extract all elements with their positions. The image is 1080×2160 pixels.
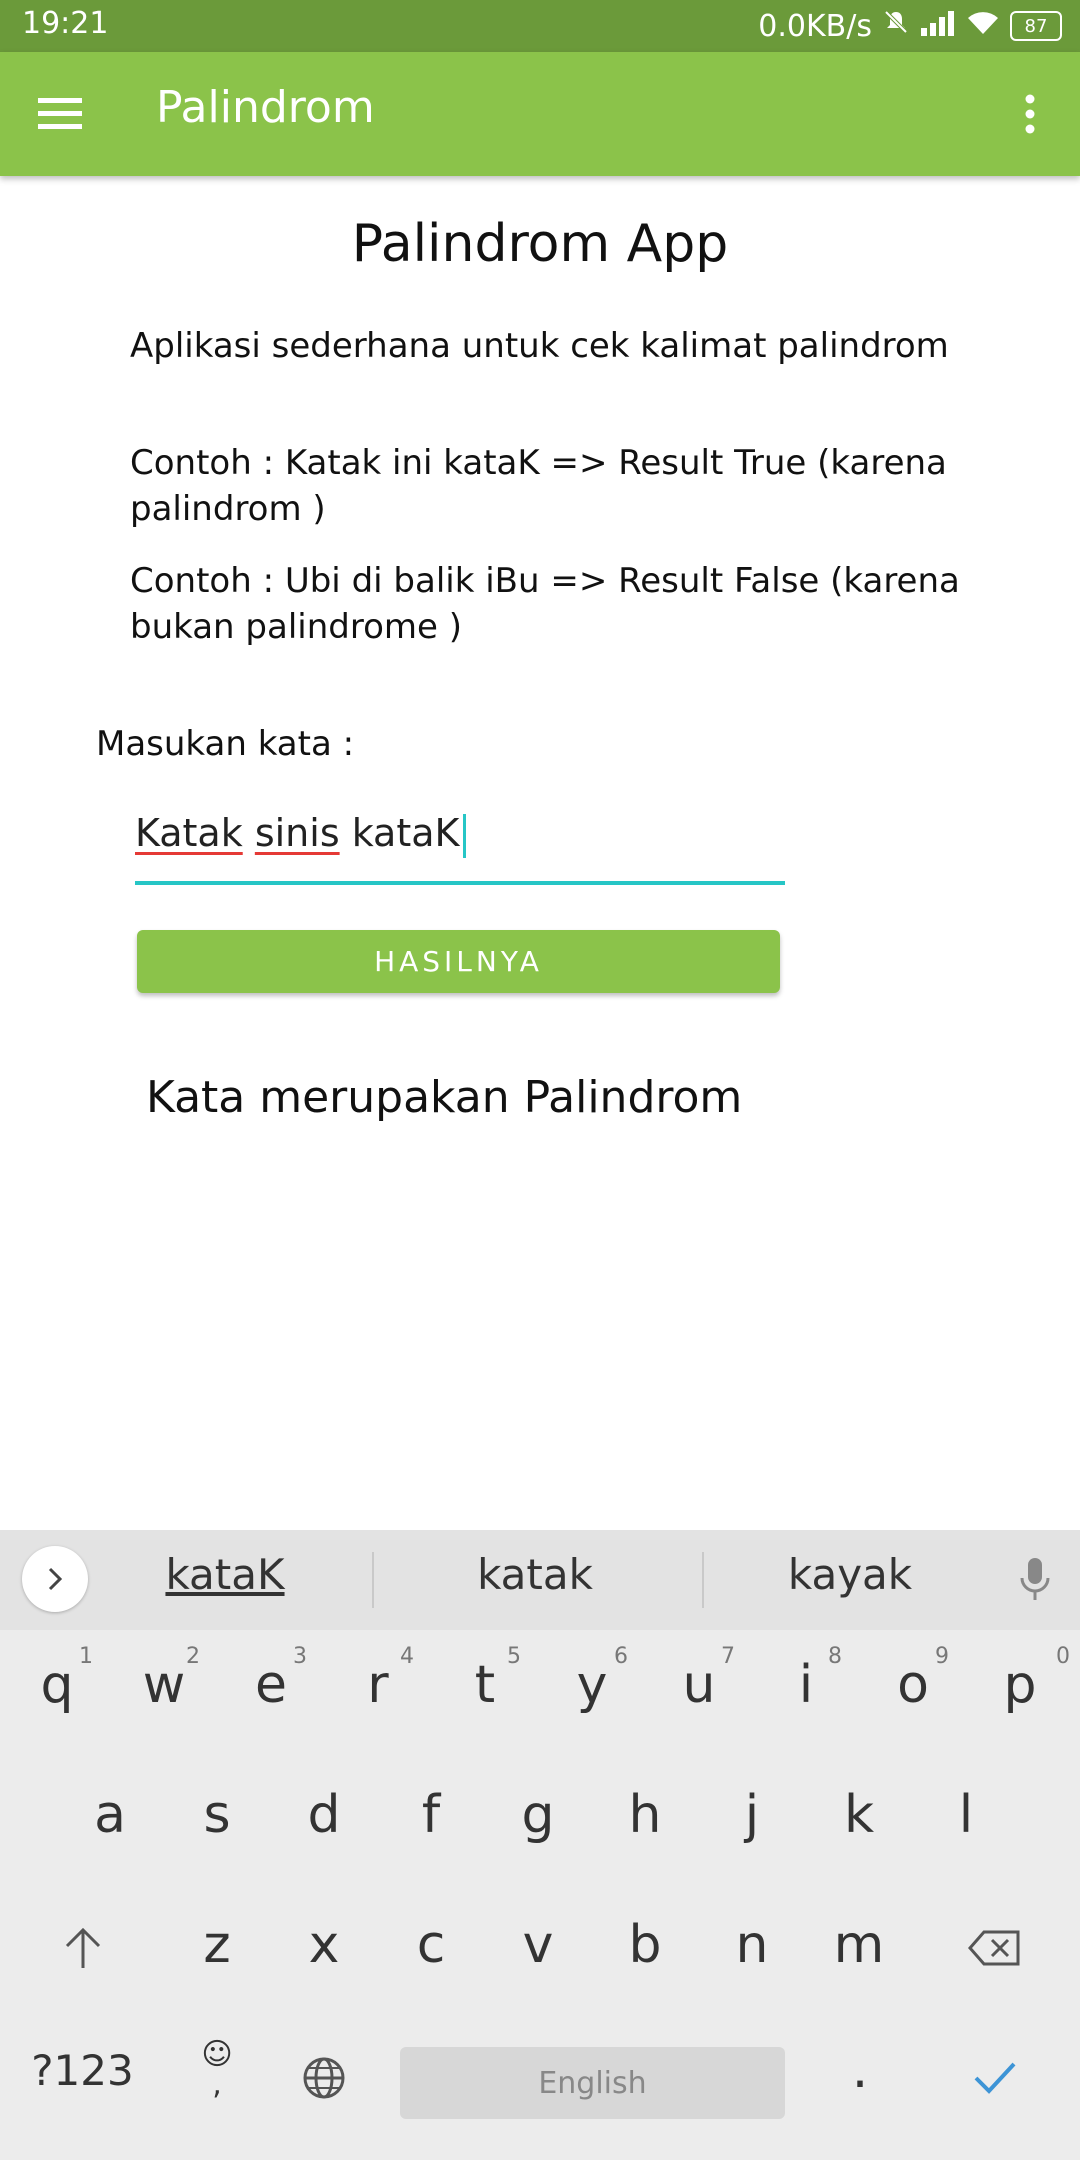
symbols-key[interactable]: ?123 bbox=[20, 2015, 145, 2125]
key-k[interactable]: k bbox=[809, 1760, 909, 1870]
word-input[interactable]: Katak sinis kataK bbox=[135, 805, 785, 885]
shift-key[interactable] bbox=[33, 1893, 133, 2003]
voice-input-button[interactable] bbox=[1010, 1552, 1060, 1608]
key-z[interactable]: z bbox=[167, 1890, 267, 2000]
key-c[interactable]: c bbox=[381, 1890, 481, 2000]
suggestion-divider bbox=[702, 1552, 704, 1608]
overflow-menu-button[interactable] bbox=[1010, 86, 1050, 142]
key-t[interactable]: t5 bbox=[435, 1630, 535, 1740]
key-f[interactable]: f bbox=[381, 1760, 481, 1870]
example-false-text: Contoh : Ubi di balik iBu => Result Fals… bbox=[130, 561, 960, 647]
key-j[interactable]: j bbox=[702, 1760, 802, 1870]
status-bar: 19:21 0.0KB/s 87 bbox=[0, 0, 1080, 52]
more-vert-icon bbox=[1025, 94, 1035, 134]
key-l[interactable]: l bbox=[916, 1760, 1016, 1870]
key-b[interactable]: b bbox=[595, 1890, 695, 2000]
mute-icon bbox=[882, 8, 910, 44]
input-word-2: sinis bbox=[254, 811, 340, 855]
key-v[interactable]: v bbox=[488, 1890, 588, 2000]
chevron-right-icon bbox=[48, 1567, 63, 1591]
globe-icon bbox=[303, 2057, 345, 2099]
key-r[interactable]: r4 bbox=[328, 1630, 428, 1740]
suggestion-divider bbox=[372, 1552, 374, 1608]
key-n[interactable]: n bbox=[702, 1890, 802, 2000]
key-a[interactable]: a bbox=[60, 1760, 160, 1870]
input-word-3: kataK bbox=[351, 811, 460, 855]
key-q[interactable]: q1 bbox=[7, 1630, 107, 1740]
language-key[interactable] bbox=[274, 2023, 374, 2133]
page-title: Palindrom App bbox=[351, 214, 729, 274]
mic-icon bbox=[1020, 1558, 1050, 1600]
toolbar-title: Palindrom bbox=[156, 82, 375, 133]
network-speed: 0.0KB/s bbox=[758, 8, 872, 44]
suggestion-2[interactable]: katak bbox=[400, 1550, 670, 1599]
check-result-button[interactable]: HASILNYA bbox=[137, 930, 780, 993]
signal-icon bbox=[920, 9, 956, 44]
status-icons: 0.0KB/s 87 bbox=[758, 6, 1062, 46]
input-value[interactable]: Katak sinis kataK bbox=[135, 811, 467, 858]
expand-suggestions-button[interactable] bbox=[22, 1546, 88, 1612]
app-toolbar: Palindrom bbox=[0, 52, 1080, 176]
backspace-key[interactable] bbox=[945, 1893, 1045, 2003]
status-time: 19:21 bbox=[22, 6, 109, 41]
check-icon bbox=[974, 2062, 1016, 2094]
emoji-key[interactable]: ☺ , bbox=[167, 2015, 267, 2125]
suggestion-3[interactable]: kayak bbox=[720, 1550, 980, 1599]
key-p[interactable]: p0 bbox=[970, 1630, 1070, 1740]
key-x[interactable]: x bbox=[274, 1890, 374, 2000]
hamburger-icon bbox=[38, 98, 82, 129]
key-g[interactable]: g bbox=[488, 1760, 588, 1870]
input-label: Masukan kata : bbox=[96, 724, 355, 764]
input-word-1: Katak bbox=[135, 811, 243, 855]
key-m[interactable]: m bbox=[809, 1890, 909, 2000]
example-true-text: Contoh : Katak ini kataK => Result True … bbox=[130, 443, 947, 529]
text-cursor bbox=[463, 813, 467, 858]
key-h[interactable]: h bbox=[595, 1760, 695, 1870]
key-d[interactable]: d bbox=[274, 1760, 374, 1870]
shift-icon bbox=[65, 1927, 101, 1968]
done-key[interactable] bbox=[945, 2023, 1045, 2133]
period-key[interactable]: . bbox=[810, 2015, 910, 2125]
description-text: Aplikasi sederhana untuk cek kalimat pal… bbox=[130, 326, 949, 366]
emoji-icon: ☺ bbox=[201, 2037, 233, 2072]
suggestion-1[interactable]: kataK bbox=[110, 1550, 340, 1599]
key-e[interactable]: e3 bbox=[221, 1630, 321, 1740]
result-text: Kata merupakan Palindrom bbox=[146, 1072, 743, 1123]
key-w[interactable]: w2 bbox=[114, 1630, 214, 1740]
key-u[interactable]: u7 bbox=[649, 1630, 749, 1740]
battery-icon: 87 bbox=[1010, 11, 1062, 41]
suggestion-bar: kataK katak kayak bbox=[0, 1530, 1080, 1630]
wifi-icon bbox=[966, 9, 1000, 44]
key-i[interactable]: i8 bbox=[756, 1630, 856, 1740]
menu-button[interactable] bbox=[30, 86, 90, 142]
key-s[interactable]: s bbox=[167, 1760, 267, 1870]
backspace-icon bbox=[968, 1930, 1020, 1966]
key-o[interactable]: o9 bbox=[863, 1630, 963, 1740]
key-y[interactable]: y6 bbox=[542, 1630, 642, 1740]
space-bar[interactable]: English bbox=[400, 2047, 785, 2119]
